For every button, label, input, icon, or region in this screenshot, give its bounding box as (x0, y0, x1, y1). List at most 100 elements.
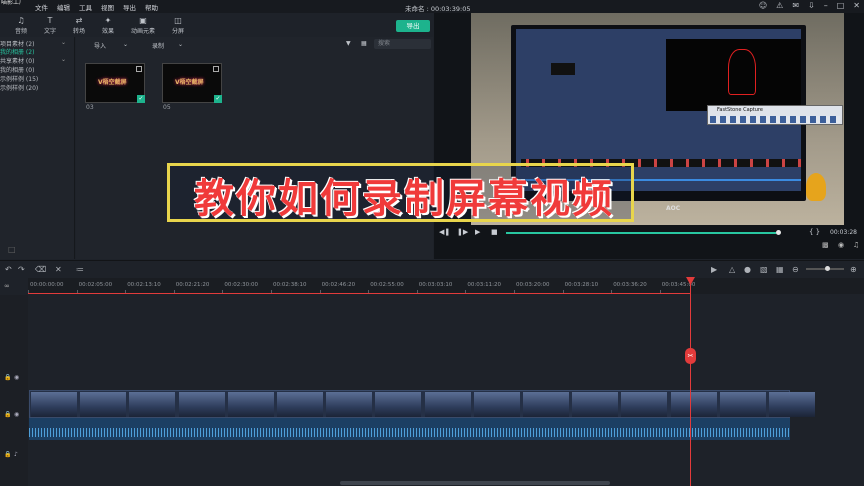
ruler-marker (28, 293, 690, 294)
mixer-icon[interactable]: ▦ (776, 265, 784, 274)
stop-icon[interactable]: ■ (491, 228, 498, 236)
media-clip[interactable]: V梧空截屏 ✓ (85, 63, 145, 103)
clip-frame (670, 392, 717, 417)
lock-icon[interactable]: 🔒 (4, 451, 11, 458)
zoom-out-icon[interactable]: ⊖ (792, 265, 799, 274)
library-item-album-2[interactable]: 我的相册 (0) (0, 65, 34, 74)
clip-frame (277, 392, 323, 417)
filter-icon[interactable]: ▼ (346, 40, 351, 47)
redo-icon[interactable]: ↷ (18, 265, 25, 274)
video-clip[interactable] (29, 390, 815, 418)
close-icon[interactable]: ✕ (853, 1, 860, 10)
tab-split-screen[interactable]: ◫ 分屏 (163, 16, 193, 35)
lock-icon[interactable]: 🔒 (4, 374, 11, 381)
grid-view-icon[interactable]: ▦ (361, 40, 367, 47)
clip-frame (719, 392, 766, 417)
maximize-icon[interactable]: □ (837, 1, 845, 10)
record-button[interactable]: 录制 (152, 41, 164, 50)
library-item-shared[interactable]: 共享素材 (0) (0, 56, 34, 65)
shield-icon[interactable]: △ (729, 265, 735, 274)
folder-icon[interactable]: □ (8, 245, 16, 254)
account-icon[interactable]: ☺ (759, 1, 767, 10)
chevron-down-icon[interactable]: ⌄ (61, 39, 66, 46)
display-icon[interactable]: ▩ (822, 241, 829, 249)
speaker-icon[interactable]: ♪ (14, 451, 18, 458)
playback-controls: ◀❚ ❚▶ ▶ ■ { } (437, 228, 864, 240)
corner-icon (213, 66, 219, 72)
tab-elements[interactable]: ▣ 动画元素 (128, 16, 158, 35)
media-clip[interactable]: V梧空截屏 ✓ (162, 63, 222, 103)
progress-handle[interactable] (776, 230, 781, 235)
undo-icon[interactable]: ↶ (5, 265, 12, 274)
transition-icon: ⇄ (75, 16, 83, 25)
clip-frame (375, 392, 422, 417)
volume-icon[interactable]: ♫ (853, 241, 859, 249)
audio-waveform (29, 428, 790, 437)
menu-help[interactable]: 帮助 (145, 2, 158, 12)
figurine (806, 173, 826, 201)
export-button[interactable]: 导出 (396, 20, 430, 32)
rewind-icon[interactable]: ◀❚ (439, 228, 450, 236)
library-item-album[interactable]: 我的相册 (2) (0, 47, 34, 56)
download-icon[interactable]: ⇩ (808, 1, 815, 10)
menu-export[interactable]: 导出 (123, 2, 136, 12)
link-icon[interactable]: ∞ (4, 282, 10, 290)
scissors-icon[interactable]: ✂ (685, 348, 696, 364)
clip-frame (326, 392, 373, 417)
menu-file[interactable]: 文件 (35, 2, 48, 12)
tab-split-screen-label: 分屏 (171, 28, 184, 35)
menu-view[interactable]: 视图 (101, 2, 114, 12)
mic-icon[interactable]: ● (744, 265, 751, 274)
notification-icon[interactable]: ⚠ (776, 1, 783, 10)
tab-audio[interactable]: ♫ 音频 (6, 16, 36, 35)
import-button[interactable]: 导入 (94, 41, 106, 50)
menu-tools[interactable]: 工具 (79, 2, 92, 12)
chevron-down-icon[interactable]: ⌄ (61, 56, 66, 63)
clip-frame (31, 392, 77, 417)
menu-edit[interactable]: 编辑 (57, 2, 70, 12)
monitor-brand: AOC (666, 205, 681, 212)
snapshot-icon[interactable]: ▧ (760, 265, 768, 274)
message-icon[interactable]: ✉ (792, 1, 799, 10)
preview-progress[interactable] (506, 232, 779, 234)
audio-clip[interactable] (29, 418, 790, 440)
tab-transition-label: 转场 (72, 28, 85, 35)
zoom-in-icon[interactable]: ⊕ (850, 265, 857, 274)
library-item-sample-2[interactable]: 示例样例 (20) (0, 83, 38, 92)
tab-effects[interactable]: ✦ 效果 (93, 16, 123, 35)
timeline-toolbar: ↶ ↷ ⌫ ✕ ≔ ▶ △ ● ▧ ▦ ⊖ ⊕ (0, 260, 864, 277)
cut-icon[interactable]: ✕ (55, 265, 62, 274)
eye-icon[interactable]: ◉ (14, 411, 19, 418)
text-icon: T (47, 16, 53, 25)
render-icon[interactable]: ▶ (711, 265, 717, 274)
lock-icon[interactable]: 🔒 (4, 411, 11, 418)
clip-thumbnail-text: V梧空截屏 (175, 79, 204, 86)
camera-icon[interactable]: ◉ (838, 241, 844, 249)
timeline-scrollbar[interactable] (340, 481, 610, 485)
adjust-icon[interactable]: ≔ (76, 265, 84, 274)
check-icon: ✓ (214, 95, 222, 103)
zoom-handle[interactable] (825, 266, 830, 271)
playhead[interactable] (690, 280, 691, 486)
minimize-icon[interactable]: – (824, 1, 828, 10)
ruler-tick-label: 00:03:03:10 (418, 282, 453, 288)
clip-frame (424, 392, 471, 417)
banner-text: 教你如何录制屏幕视频 (194, 176, 614, 222)
preview-timecode: 00:03:28 (830, 229, 857, 236)
tab-transition[interactable]: ⇄ 转场 (64, 16, 94, 35)
clip-frame (523, 392, 569, 417)
search-input[interactable]: 搜索 (374, 39, 431, 49)
play-icon[interactable]: ▶ (475, 228, 480, 236)
chevron-down-icon[interactable]: ⌄ (123, 41, 128, 48)
music-note-icon: ♫ (17, 16, 25, 25)
corner-icon (136, 66, 142, 72)
delete-icon[interactable]: ⌫ (35, 265, 46, 274)
tab-text[interactable]: T 文字 (35, 16, 65, 35)
step-icon[interactable]: ❚▶ (457, 228, 468, 236)
library-item-sample[interactable]: 示例样例 (15) (0, 74, 38, 83)
bracket-icon[interactable]: { } (809, 228, 820, 236)
eye-icon[interactable]: ◉ (14, 374, 19, 381)
clip-frame (769, 392, 815, 417)
ruler-tick-label: 00:03:11:20 (467, 282, 501, 288)
chevron-down-icon[interactable]: ⌄ (178, 41, 183, 48)
